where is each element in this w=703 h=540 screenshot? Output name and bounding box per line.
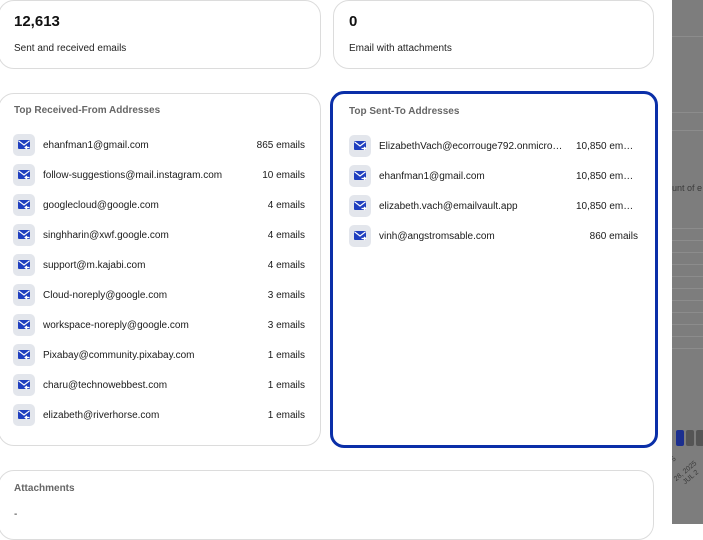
stat-value: 12,613 xyxy=(14,13,60,30)
email-address: ehanfman1@gmail.com xyxy=(379,170,485,182)
sent-address-list: ElizabethVach@ecorrouge792.onmicrosoft.c… xyxy=(349,131,638,251)
mail-outgoing-icon xyxy=(349,195,371,217)
email-address: follow-suggestions@mail.instagram.com xyxy=(43,169,223,181)
address-row[interactable]: ElizabethVach@ecorrouge792.onmicrosoft.c… xyxy=(349,131,638,161)
email-count: 3 emails xyxy=(267,289,305,301)
address-row[interactable]: googlecloud@google.com 4 emails xyxy=(13,190,305,220)
email-count: 10,850 emails xyxy=(576,200,638,212)
email-address: elizabeth.vach@emailvault.app xyxy=(379,200,518,212)
mail-outgoing-icon xyxy=(349,165,371,187)
email-address: ehanfman1@gmail.com xyxy=(43,139,149,151)
email-count: 860 emails xyxy=(589,230,638,242)
address-row[interactable]: ehanfman1@gmail.com 865 emails xyxy=(13,130,305,160)
email-stats-panel: 12,613 Sent and received emails 0 Email … xyxy=(0,0,672,540)
email-count: 4 emails xyxy=(267,199,305,211)
top-received-card: Top Received-From Addresses ehanfman1@gm… xyxy=(0,93,321,446)
address-row[interactable]: charu@technowebbest.com 1 emails xyxy=(13,370,305,400)
mail-incoming-icon xyxy=(13,404,35,426)
address-row[interactable]: elizabeth.vach@emailvault.app 10,850 emai… xyxy=(349,191,638,221)
background-date-label: 5 xyxy=(672,455,678,464)
email-address: singhharin@xwf.google.com xyxy=(43,229,169,241)
stat-value: 0 xyxy=(349,13,358,30)
email-address: elizabeth@riverhorse.com xyxy=(43,409,160,421)
email-address: ElizabethVach@ecorrouge792.onmicrosoft.c… xyxy=(379,140,566,152)
address-row[interactable]: elizabeth@riverhorse.com 1 emails xyxy=(13,400,305,430)
top-received-title: Top Received-From Addresses xyxy=(14,105,161,116)
email-address: Cloud-noreply@google.com xyxy=(43,289,168,301)
email-count: 1 emails xyxy=(267,409,305,421)
attachments-title: Attachments xyxy=(14,483,75,494)
email-count: 4 emails xyxy=(267,259,305,271)
address-row[interactable]: Pixabay@community.pixabay.com 1 emails xyxy=(13,340,305,370)
mail-outgoing-icon xyxy=(349,135,371,157)
top-sent-title: Top Sent-To Addresses xyxy=(349,106,460,117)
address-row[interactable]: singhharin@xwf.google.com 4 emails xyxy=(13,220,305,250)
received-address-list: ehanfman1@gmail.com 865 emails follow-sugg… xyxy=(13,130,305,430)
mail-incoming-icon xyxy=(13,314,35,336)
mail-incoming-icon xyxy=(13,194,35,216)
address-row[interactable]: follow-suggestions@mail.instagram.com 10 … xyxy=(13,160,305,190)
address-row[interactable]: vinh@angstromsable.com 860 emails xyxy=(349,221,638,251)
email-count: 1 emails xyxy=(267,349,305,361)
mail-incoming-icon xyxy=(13,254,35,276)
mail-incoming-icon xyxy=(13,164,35,186)
email-count: 10,850 emails xyxy=(576,170,638,182)
email-count: 10 emails xyxy=(262,169,305,181)
background-chart-bar xyxy=(696,430,703,446)
mail-outgoing-icon xyxy=(349,225,371,247)
background-chart-bar xyxy=(686,430,694,446)
address-row[interactable]: workspace-noreply@google.com 3 emails xyxy=(13,310,305,340)
email-address: googlecloud@google.com xyxy=(43,199,159,211)
stat-card-attachments: 0 Email with attachments xyxy=(333,0,654,69)
email-count: 3 emails xyxy=(267,319,305,331)
top-sent-card[interactable]: Top Sent-To Addresses ElizabethVach@ecor… xyxy=(330,91,658,448)
email-address: vinh@angstromsable.com xyxy=(379,230,495,242)
stat-card-total-emails: 12,613 Sent and received emails xyxy=(0,0,321,69)
stat-label: Email with attachments xyxy=(349,43,452,54)
address-row[interactable]: support@m.kajabi.com 4 emails xyxy=(13,250,305,280)
email-count: 865 emails xyxy=(256,139,305,151)
background-chart-bar xyxy=(676,430,684,446)
mail-incoming-icon xyxy=(13,224,35,246)
email-count: 4 emails xyxy=(267,229,305,241)
email-address: support@m.kajabi.com xyxy=(43,259,146,271)
email-count: 1 emails xyxy=(267,379,305,391)
address-row[interactable]: Cloud-noreply@google.com 3 emails xyxy=(13,280,305,310)
mail-incoming-icon xyxy=(13,344,35,366)
email-count: 10,850 emails xyxy=(576,140,638,152)
attachments-value: - xyxy=(14,509,18,520)
mail-incoming-icon xyxy=(13,284,35,306)
email-address: charu@technowebbest.com xyxy=(43,379,168,391)
attachments-card: Attachments - xyxy=(0,470,654,540)
email-address: workspace-noreply@google.com xyxy=(43,319,189,331)
address-row[interactable]: ehanfman1@gmail.com 10,850 emails xyxy=(349,161,638,191)
email-address: Pixabay@community.pixabay.com xyxy=(43,349,195,361)
background-app-overlay: unt of e 5 28, 2025 JUL 2 xyxy=(672,0,703,524)
stat-label: Sent and received emails xyxy=(14,43,127,54)
background-text-fragment: unt of e xyxy=(672,183,703,193)
mail-incoming-icon xyxy=(13,374,35,396)
mail-incoming-icon xyxy=(13,134,35,156)
